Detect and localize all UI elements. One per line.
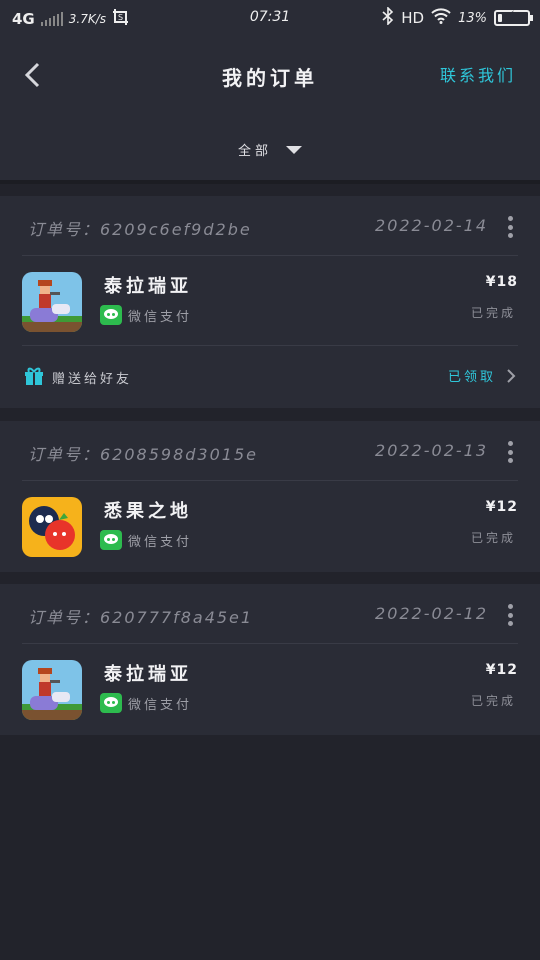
status-right: HD 13% ⚡: [382, 6, 533, 29]
order-product[interactable]: 泰拉瑞亚 微信支付 ¥18 已完成: [22, 256, 518, 346]
claimed-status-link[interactable]: 已领取: [448, 366, 496, 385]
product-name: 泰拉瑞亚: [104, 664, 192, 685]
gift-to-friend-label: 赠送给好友: [52, 372, 133, 387]
chevron-right-icon: [506, 368, 516, 383]
status-bar: 4G 3.7K/s S 07:31 HD 13% ⚡: [0, 0, 540, 36]
header-divider: [0, 180, 540, 184]
gift-icon: [24, 366, 44, 386]
order-status: 已完成: [470, 306, 516, 320]
wechat-pay-icon: [100, 305, 122, 325]
order-filter-dropdown[interactable]: 全部: [0, 140, 540, 159]
order-product[interactable]: 悉果之地 微信支付 ¥12 已完成: [22, 481, 518, 571]
order-header: 订单号：6209c6ef9d2be 2022-02-14: [22, 196, 518, 256]
price: ¥12: [485, 499, 518, 515]
more-options-button[interactable]: [506, 216, 514, 238]
payment-method: 微信支付: [128, 310, 193, 325]
payment-method: 微信支付: [128, 535, 193, 550]
order-id: 订单号：6209c6ef9d2be: [28, 220, 252, 239]
terraria-game-icon: [22, 660, 82, 720]
battery-fill: [498, 14, 502, 22]
caret-down-icon: [286, 145, 302, 154]
order-date: 2022-02-12: [375, 604, 488, 623]
product-name: 泰拉瑞亚: [104, 276, 192, 297]
order-product[interactable]: 泰拉瑞亚 微信支付 ¥12 已完成: [22, 644, 518, 734]
order-status: 已完成: [470, 531, 516, 545]
order-date: 2022-02-14: [375, 216, 488, 235]
product-name: 悉果之地: [104, 501, 192, 522]
fruit-game-icon: [22, 497, 82, 557]
payment-method: 微信支付: [128, 698, 193, 713]
more-options-button[interactable]: [506, 604, 514, 626]
terraria-game-icon: [22, 272, 82, 332]
order-card: 订单号：620777f8a45e1 2022-02-12 泰拉瑞亚 微信支付 ¥…: [0, 584, 540, 735]
price: ¥12: [485, 662, 518, 678]
contact-us-link[interactable]: 联系我们: [440, 62, 516, 86]
wifi-icon: [431, 8, 451, 28]
price: ¥18: [485, 274, 518, 290]
battery-icon: ⚡: [494, 9, 533, 26]
wechat-pay-icon: [100, 530, 122, 550]
order-card: 订单号：6208598d3015e 2022-02-13 悉果之地 微信支付 ¥…: [0, 421, 540, 572]
battery-percent: 13%: [458, 10, 487, 26]
order-header: 订单号：6208598d3015e 2022-02-13: [22, 421, 518, 481]
gift-row[interactable]: 赠送给好友 已领取: [22, 346, 518, 406]
order-header: 订单号：620777f8a45e1 2022-02-12: [22, 584, 518, 644]
order-id: 订单号：620777f8a45e1: [28, 608, 254, 627]
charging-icon: ⚡: [506, 9, 516, 24]
filter-label: 全部: [237, 144, 272, 159]
header: 我的订单 联系我们 全部: [0, 36, 540, 184]
order-card: 订单号：6209c6ef9d2be 2022-02-14 泰拉瑞亚 微信支付 ¥…: [0, 196, 540, 408]
wechat-pay-icon: [100, 693, 122, 713]
order-id: 订单号：6208598d3015e: [28, 445, 258, 464]
more-options-button[interactable]: [506, 441, 514, 463]
order-date: 2022-02-13: [375, 441, 488, 460]
hd-label: HD: [401, 9, 425, 27]
order-status: 已完成: [470, 694, 516, 708]
bluetooth-icon: [382, 6, 394, 29]
